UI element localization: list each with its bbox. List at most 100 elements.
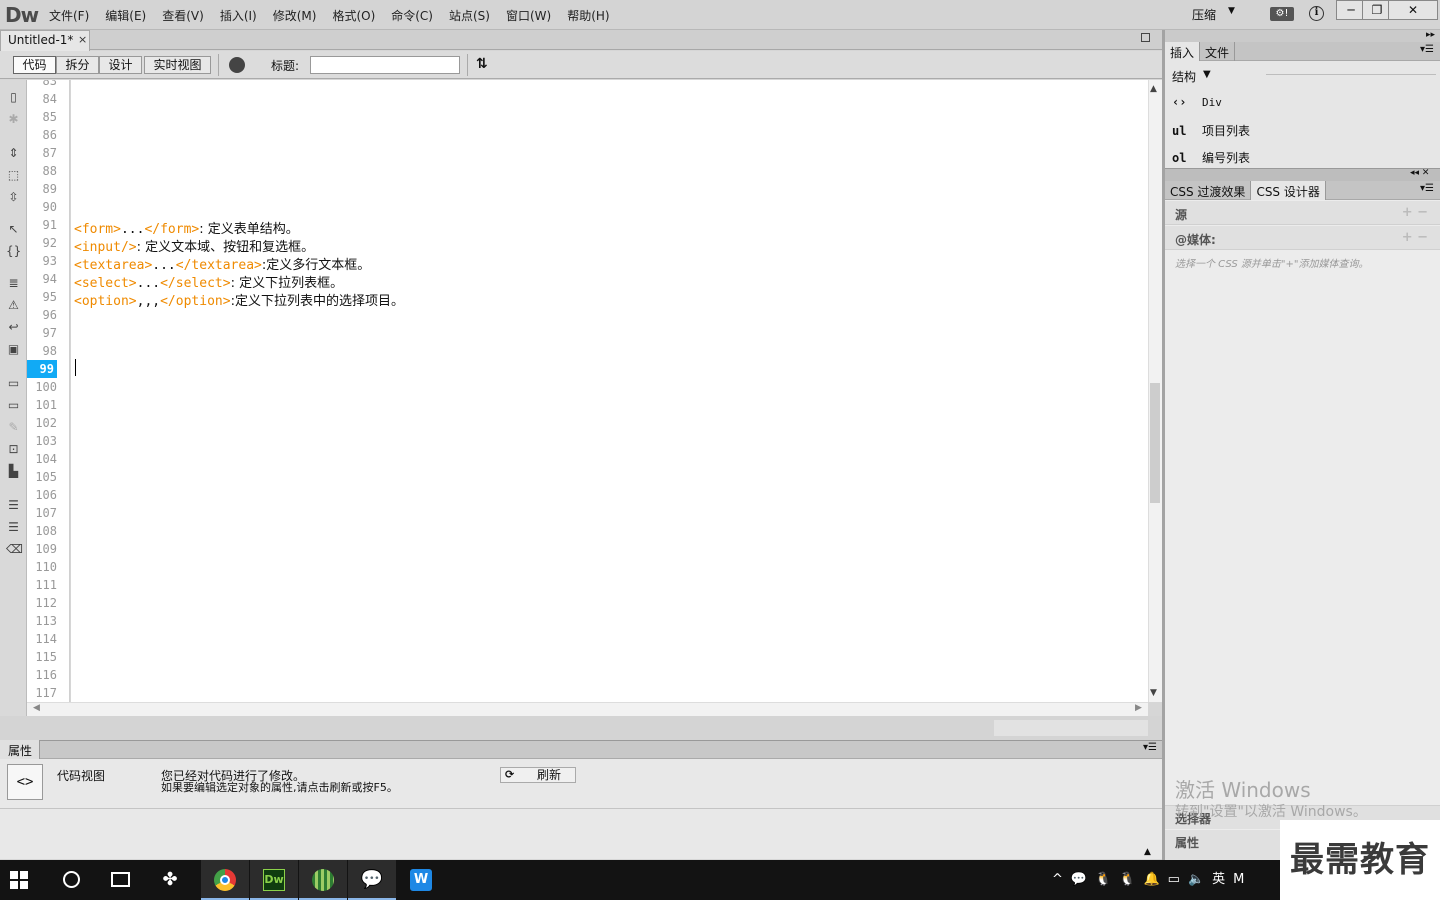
collapse-panel-icon[interactable]: ▲: [1144, 847, 1151, 857]
refresh-button[interactable]: ⟳ 刷新: [500, 767, 576, 783]
wechat-icon[interactable]: 💬: [348, 860, 396, 900]
close-icon[interactable]: ×: [78, 33, 87, 46]
expand-all-icon[interactable]: ⇳: [6, 190, 21, 204]
qq-tray-icon[interactable]: 🐧: [1095, 860, 1111, 900]
sources-section[interactable]: 源 + −: [1165, 201, 1440, 225]
properties-tab[interactable]: 属性: [0, 740, 40, 759]
chrome-icon[interactable]: [201, 860, 249, 900]
wrap-tag-icon[interactable]: ✎: [6, 420, 21, 434]
tab-insert[interactable]: 插入: [1165, 42, 1201, 61]
dreamweaver-taskbar-icon[interactable]: Dw: [250, 860, 298, 900]
show-code-navigator-icon[interactable]: ✱: [6, 112, 21, 126]
balance-braces-icon[interactable]: {}: [6, 244, 21, 258]
scroll-right-icon[interactable]: ▶: [1135, 703, 1142, 713]
panel-menu-icon[interactable]: ▾☰: [1420, 44, 1434, 55]
info-icon[interactable]: i: [1309, 6, 1324, 21]
code-editor[interactable]: <form>...</form>: 定义表单结构。 <input/>: 定义文本域…: [71, 80, 1148, 702]
code-line[interactable]: <textarea>...</textarea>:定义多行文本框。: [74, 254, 370, 273]
media-section[interactable]: @媒体: + −: [1165, 226, 1440, 250]
recent-snippets-icon[interactable]: ⊡: [6, 442, 21, 456]
menu-insert[interactable]: 插入(I): [212, 7, 265, 24]
indent-code-icon[interactable]: ☰: [6, 498, 21, 512]
tab-files[interactable]: 文件: [1200, 42, 1236, 61]
wechat-tray-icon[interactable]: 💬: [1071, 860, 1087, 900]
pinwheel-app-icon[interactable]: ✤: [146, 860, 194, 900]
line-number: 91: [42, 218, 57, 232]
menu-file[interactable]: 文件(F): [41, 7, 97, 24]
volume-icon[interactable]: 🔈: [1188, 860, 1204, 900]
writer-app-icon[interactable]: W: [397, 860, 445, 900]
code-line[interactable]: <form>...</form>: 定义表单结构。: [74, 218, 299, 237]
scroll-up-icon[interactable]: ▲: [1150, 84, 1157, 94]
code-line[interactable]: <select>...</select>: 定义下拉列表框。: [74, 272, 343, 291]
title-input[interactable]: [310, 56, 460, 74]
remove-comment-icon[interactable]: ▭: [6, 398, 21, 412]
windows-start-icon[interactable]: [10, 871, 28, 889]
line-number: 89: [42, 182, 57, 196]
format-source-icon[interactable]: ⌫: [6, 542, 23, 556]
input-language[interactable]: 英: [1212, 860, 1225, 900]
collapse-full-tag-icon[interactable]: ⇕: [6, 146, 21, 160]
collapse-selection-icon[interactable]: ⬚: [6, 168, 21, 182]
code-line[interactable]: <input/>: 定义文本域、按钮和复选框。: [74, 236, 314, 255]
add-remove-icon[interactable]: + −: [1402, 230, 1428, 245]
collapse-dock-icon[interactable]: ▸▸: [1426, 30, 1435, 40]
document-tab[interactable]: Untitled-1*: [0, 30, 90, 51]
notification-icon[interactable]: 🔔: [1143, 860, 1159, 900]
add-remove-icon[interactable]: + −: [1402, 205, 1428, 220]
qq-tray-icon[interactable]: 🐧: [1119, 860, 1135, 900]
horizontal-scroll-thumb[interactable]: [994, 720, 1148, 736]
menu-commands[interactable]: 命令(C): [383, 7, 441, 24]
menu-edit[interactable]: 编辑(E): [97, 7, 154, 24]
collapse-panel-icon[interactable]: ◂◂ ✕: [1410, 168, 1429, 178]
code-line[interactable]: <option>,,,</option>:定义下拉列表中的选择项目。: [74, 290, 404, 309]
insert-ol-item[interactable]: ol 编号列表: [1172, 149, 1250, 166]
chevron-down-icon[interactable]: ▼: [1203, 69, 1211, 80]
restore-icon[interactable]: .: [1141, 33, 1150, 42]
extension-icon[interactable]: ⚙!: [1270, 7, 1294, 21]
task-view-icon[interactable]: [111, 872, 130, 887]
vertical-scroll-thumb[interactable]: [1150, 383, 1160, 503]
design-view-button[interactable]: 设计: [99, 56, 142, 74]
syntax-error-icon[interactable]: ▣: [6, 342, 21, 356]
scroll-down-icon[interactable]: ▼: [1150, 688, 1157, 698]
html-tag: <select>: [74, 276, 137, 291]
panel-menu-icon[interactable]: ▾☰: [1143, 742, 1157, 753]
line-number: 106: [35, 488, 57, 502]
word-wrap-icon[interactable]: ↩: [6, 320, 21, 334]
chevron-up-icon[interactable]: ^: [1052, 860, 1063, 900]
move-css-icon[interactable]: ▙: [6, 464, 21, 478]
search-icon[interactable]: [63, 871, 80, 888]
line-numbers-icon[interactable]: ≣: [6, 276, 21, 290]
menu-view[interactable]: 查看(V): [154, 7, 212, 24]
menu-modify[interactable]: 修改(M): [265, 7, 325, 24]
apply-comment-icon[interactable]: ▭: [6, 376, 21, 390]
split-view-button[interactable]: 拆分: [56, 56, 99, 74]
tab-css-designer[interactable]: CSS 设计器: [1251, 181, 1326, 200]
outdent-code-icon[interactable]: ☰: [6, 520, 21, 534]
menu-site[interactable]: 站点(S): [441, 7, 498, 24]
workspace-switcher[interactable]: 压缩: [1192, 6, 1216, 23]
open-documents-icon[interactable]: ▯: [6, 90, 21, 104]
highlight-invalid-code-icon[interactable]: ⚠: [6, 298, 21, 312]
insert-category-select[interactable]: 结构: [1172, 68, 1196, 85]
globe-icon[interactable]: .: [229, 57, 245, 73]
network-icon[interactable]: ▭: [1168, 860, 1180, 900]
menu-format[interactable]: 格式(O): [324, 7, 383, 24]
menu-window[interactable]: 窗口(W): [498, 7, 559, 24]
watermelon-app-icon[interactable]: [299, 860, 347, 900]
scroll-left-icon[interactable]: ◀: [33, 703, 40, 713]
insert-ul-item[interactable]: ul 项目列表: [1172, 122, 1250, 139]
sort-icon[interactable]: ⇅: [476, 56, 488, 72]
horizontal-scrollbar[interactable]: [27, 702, 1148, 716]
chevron-down-icon[interactable]: ▼: [1228, 6, 1235, 16]
code-view-button[interactable]: 代码: [13, 56, 56, 74]
insert-div-item[interactable]: ‹› Div: [1172, 95, 1222, 109]
close-button[interactable]: ✕: [1388, 0, 1438, 20]
tab-css-transitions[interactable]: CSS 过渡效果: [1165, 181, 1252, 200]
live-view-button[interactable]: 实时视图: [144, 56, 211, 74]
select-parent-tag-icon[interactable]: ↖: [6, 222, 21, 236]
ime-mode[interactable]: M: [1233, 860, 1244, 900]
panel-menu-icon[interactable]: ▾☰: [1420, 183, 1434, 194]
menu-help[interactable]: 帮助(H): [559, 7, 617, 24]
